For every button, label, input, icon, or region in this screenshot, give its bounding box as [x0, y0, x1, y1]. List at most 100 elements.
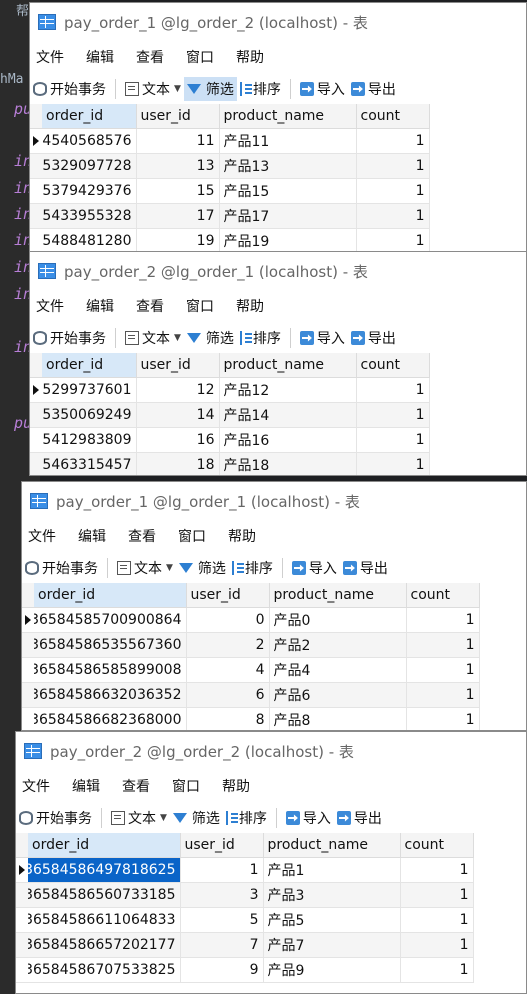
- cell-order-id[interactable]: 4540568576: [42, 128, 137, 154]
- export-button[interactable]: 导出: [348, 77, 399, 101]
- table-row[interactable]: 5329097728 13 产品13 1: [30, 153, 430, 179]
- menu-item[interactable]: 查看: [122, 526, 156, 546]
- cell-user-id[interactable]: 14: [136, 402, 220, 428]
- cell-product-name[interactable]: 产品0: [269, 607, 407, 633]
- cell-order-id[interactable]: 36584585700900864: [34, 607, 187, 633]
- cell-product-name[interactable]: 产品8: [269, 707, 407, 730]
- cell-order-id[interactable]: 5299737601: [42, 377, 137, 403]
- cell-user-id[interactable]: 5: [180, 907, 264, 933]
- menu-item[interactable]: 编辑: [66, 776, 100, 796]
- table-row[interactable]: 5463315457 18 产品18 1: [30, 452, 430, 475]
- cell-product-name[interactable]: 产品9: [263, 957, 401, 983]
- filter-button[interactable]: 筛选: [184, 326, 237, 350]
- cell-order-id[interactable]: 36584586535567360: [34, 632, 187, 658]
- table-row[interactable]: 36584586707533825 9 产品9 1: [16, 957, 474, 983]
- text-view-button[interactable]: 文本 ▼: [114, 556, 176, 580]
- sort-button[interactable]: 排序: [223, 806, 270, 830]
- cell-product-name[interactable]: 产品13: [219, 153, 357, 179]
- cell-user-id[interactable]: 15: [136, 178, 220, 204]
- window-titlebar[interactable]: pay_order_1 @lg_order_2 (localhost) - 表: [30, 3, 526, 41]
- menu-item[interactable]: 窗口: [180, 47, 214, 67]
- cell-user-id[interactable]: 6: [186, 682, 270, 708]
- table-row[interactable]: 4540568576 11 产品11 1: [30, 128, 430, 154]
- column-header-user-id[interactable]: user_id: [136, 104, 220, 129]
- cell-product-name[interactable]: 产品11: [219, 128, 357, 154]
- menu-item[interactable]: 帮助: [222, 526, 256, 546]
- column-header-product-name[interactable]: product_name: [269, 583, 407, 608]
- table-row[interactable]: 36584586535567360 2 产品2 1: [22, 632, 480, 658]
- menu-item[interactable]: 文件: [30, 47, 64, 67]
- cell-order-id[interactable]: 5379429376: [42, 178, 137, 204]
- menu-item[interactable]: 编辑: [80, 296, 114, 316]
- export-button[interactable]: 导出: [348, 326, 399, 350]
- menu-item[interactable]: 查看: [130, 296, 164, 316]
- begin-transaction-button[interactable]: 开始事务: [22, 556, 101, 580]
- menu-item[interactable]: 查看: [130, 47, 164, 67]
- cell-count[interactable]: 1: [356, 128, 430, 154]
- menu-item[interactable]: 文件: [30, 296, 64, 316]
- column-header-order-id[interactable]: order_id: [42, 353, 137, 378]
- table-row[interactable]: 5350069249 14 产品14 1: [30, 402, 430, 428]
- column-header-order-id[interactable]: order_id: [28, 833, 181, 858]
- cell-order-id[interactable]: 36584586682368000: [34, 707, 187, 730]
- cell-count[interactable]: 1: [356, 203, 430, 229]
- cell-count[interactable]: 1: [400, 857, 474, 883]
- cell-product-name[interactable]: 产品6: [269, 682, 407, 708]
- cell-count[interactable]: 1: [400, 932, 474, 958]
- table-row[interactable]: 36584586657202177 7 产品7 1: [16, 932, 474, 958]
- export-button[interactable]: 导出: [334, 806, 385, 830]
- table-row[interactable]: 36584586632036352 6 产品6 1: [22, 682, 480, 708]
- import-button[interactable]: 导入: [297, 77, 348, 101]
- column-header-order-id[interactable]: order_id: [34, 583, 187, 608]
- column-header-count[interactable]: count: [356, 104, 430, 129]
- cell-user-id[interactable]: 0: [186, 607, 270, 633]
- column-header-user-id[interactable]: user_id: [186, 583, 270, 608]
- filter-button[interactable]: 筛选: [183, 77, 237, 101]
- cell-count[interactable]: 1: [356, 228, 430, 251]
- table-row[interactable]: 36584586611064833 5 产品5 1: [16, 907, 474, 933]
- column-header-count[interactable]: count: [406, 583, 480, 608]
- import-button[interactable]: 导入: [283, 806, 334, 830]
- column-header-product-name[interactable]: product_name: [263, 833, 401, 858]
- cell-product-name[interactable]: 产品17: [219, 203, 357, 229]
- cell-count[interactable]: 1: [406, 682, 480, 708]
- text-view-button[interactable]: 文本 ▼: [122, 326, 184, 350]
- menu-item[interactable]: 帮助: [230, 296, 264, 316]
- cell-product-name[interactable]: 产品19: [219, 228, 357, 251]
- cell-user-id[interactable]: 13: [136, 153, 220, 179]
- table-row[interactable]: 5433955328 17 产品17 1: [30, 203, 430, 229]
- cell-count[interactable]: 1: [356, 178, 430, 204]
- cell-product-name[interactable]: 产品15: [219, 178, 357, 204]
- column-header-order-id[interactable]: order_id: [42, 104, 137, 129]
- table-row[interactable]: 36584586682368000 8 产品8 1: [22, 707, 480, 730]
- cell-order-id[interactable]: 36584586497818625: [28, 857, 181, 883]
- cell-product-name[interactable]: 产品7: [263, 932, 401, 958]
- cell-order-id[interactable]: 36584586707533825: [28, 957, 181, 983]
- cell-order-id[interactable]: 36584586632036352: [34, 682, 187, 708]
- menu-item[interactable]: 窗口: [180, 296, 214, 316]
- import-button[interactable]: 导入: [289, 556, 340, 580]
- cell-user-id[interactable]: 1: [180, 857, 264, 883]
- cell-user-id[interactable]: 19: [136, 228, 220, 251]
- cell-user-id[interactable]: 3: [180, 882, 264, 908]
- cell-order-id[interactable]: 5412983809: [42, 427, 137, 453]
- cell-user-id[interactable]: 11: [136, 128, 220, 154]
- window-titlebar[interactable]: pay_order_2 @lg_order_1 (localhost) - 表: [30, 252, 526, 290]
- menu-item[interactable]: 帮助: [230, 47, 264, 67]
- cell-user-id[interactable]: 7: [180, 932, 264, 958]
- cell-count[interactable]: 1: [406, 657, 480, 683]
- cell-product-name[interactable]: 产品3: [263, 882, 401, 908]
- cell-count[interactable]: 1: [356, 427, 430, 453]
- cell-order-id[interactable]: 5488481280: [42, 228, 137, 251]
- cell-user-id[interactable]: 2: [186, 632, 270, 658]
- cell-product-name[interactable]: 产品4: [269, 657, 407, 683]
- cell-product-name[interactable]: 产品1: [263, 857, 401, 883]
- column-header-product-name[interactable]: product_name: [219, 353, 357, 378]
- cell-order-id[interactable]: 36584586611064833: [28, 907, 181, 933]
- cell-user-id[interactable]: 9: [180, 957, 264, 983]
- cell-count[interactable]: 1: [356, 402, 430, 428]
- cell-order-id[interactable]: 5463315457: [42, 452, 137, 475]
- begin-transaction-button[interactable]: 开始事务: [30, 77, 109, 101]
- column-header-product-name[interactable]: product_name: [219, 104, 357, 129]
- cell-count[interactable]: 1: [400, 957, 474, 983]
